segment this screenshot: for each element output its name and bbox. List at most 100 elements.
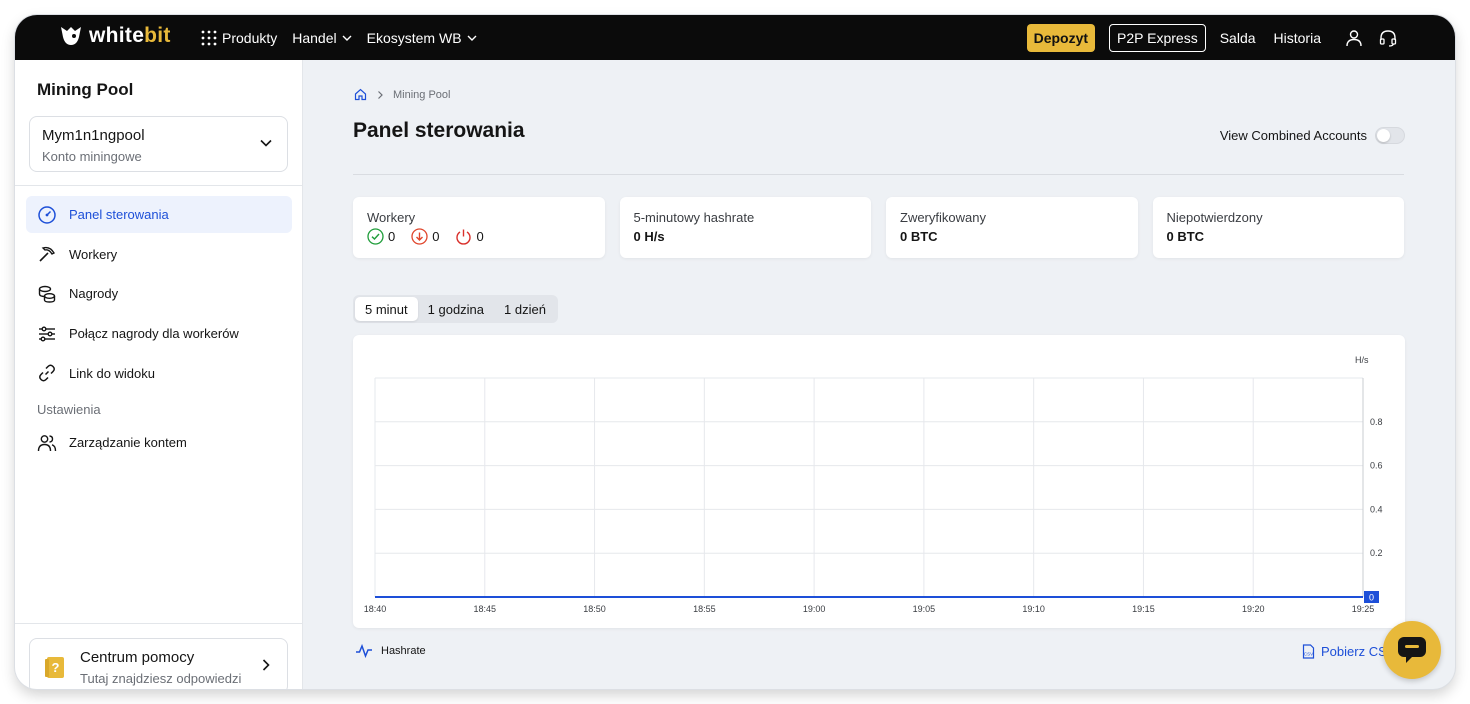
- sidebar-item-label: Workery: [69, 246, 118, 262]
- sidebar-item-workers[interactable]: Workery: [26, 236, 292, 273]
- nav-products[interactable]: Produkty: [201, 30, 277, 46]
- sidebar-item-label: Zarządzanie kontem: [69, 435, 187, 451]
- headset-icon[interactable]: [1379, 29, 1397, 47]
- title-divider: [353, 174, 1404, 175]
- sidebar-item-label: Panel sterowania: [69, 207, 169, 222]
- x-tick-label: 19:15: [1132, 604, 1155, 614]
- app-window: whitebit Produkty Handel Ekosystem WB De…: [15, 15, 1455, 689]
- sidebar-item-dashboard[interactable]: Panel sterowania: [26, 196, 292, 233]
- hashrate-card-label: 5-minutowy hashrate: [633, 210, 755, 225]
- power-icon: [456, 229, 472, 245]
- tab-5-minutes[interactable]: 5 minut: [355, 297, 418, 321]
- account-selector[interactable]: Mym1n1ngpool Konto miningowe: [29, 116, 288, 172]
- breadcrumb: Mining Pool: [354, 88, 450, 101]
- sidebar-menu: Panel sterowania Workery Nagrody Połącz …: [26, 196, 292, 464]
- unconfirmed-card-value: 0 BTC: [1166, 229, 1205, 244]
- hashrate-card-value: 0 H/s: [633, 229, 665, 244]
- x-tick-label: 19:05: [913, 604, 936, 614]
- chevron-right-icon: [262, 659, 270, 671]
- sidebar-item-label: Połącz nagrody dla workerów: [69, 326, 239, 342]
- chevron-down-icon: [260, 139, 272, 147]
- y-tick-label: 0.4: [1370, 504, 1383, 514]
- check-circle-icon: [367, 228, 384, 245]
- x-tick-label: 19:20: [1242, 604, 1265, 614]
- main-content: Mining Pool Panel sterowania View Combin…: [304, 60, 1455, 689]
- nav-ecosystem[interactable]: Ekosystem WB: [367, 30, 477, 46]
- svg-text:CSV: CSV: [1304, 652, 1313, 657]
- stats-cards: Workery 0 0 0 5-minutowy hashrate 0 H/s …: [353, 197, 1405, 258]
- workers-card-label: Workery: [367, 210, 416, 225]
- arrow-down-circle-icon: [411, 228, 428, 245]
- workers-card: Workery 0 0 0: [353, 197, 605, 258]
- hashrate-card: 5-minutowy hashrate 0 H/s: [619, 197, 871, 258]
- combined-accounts-control: View Combined Accounts: [1220, 127, 1405, 144]
- breadcrumb-current: Mining Pool: [393, 88, 451, 101]
- main-nav: Produkty Handel Ekosystem WB: [201, 15, 492, 60]
- combined-accounts-label: View Combined Accounts: [1219, 128, 1367, 143]
- sidebar-item-rewards[interactable]: Nagrody: [26, 275, 292, 312]
- sidebar-item-label: Link do widoku: [69, 365, 155, 381]
- current-value-label: 0: [1369, 593, 1374, 603]
- deposit-button[interactable]: Depozyt: [1026, 23, 1096, 52]
- verified-card-value: 0 BTC: [900, 229, 938, 244]
- pickaxe-icon: [39, 247, 55, 262]
- grid-dots-icon: [201, 30, 217, 45]
- whitebit-logo-icon: [61, 27, 81, 45]
- question-book-icon: ?: [45, 657, 64, 678]
- page-title: Panel sterowania: [353, 119, 525, 142]
- x-tick-label: 19:00: [803, 604, 826, 614]
- verified-card-label: Zweryfikowany: [900, 210, 986, 225]
- settings-section-label: Ustawienia: [37, 401, 101, 417]
- chart-legend[interactable]: Hashrate: [355, 644, 426, 658]
- interval-tabs: 5 minut 1 godzina 1 dzień: [353, 295, 558, 323]
- sidebar-item-merge-rewards[interactable]: Połącz nagrody dla workerów: [26, 315, 292, 352]
- help-center-card[interactable]: ? Centrum pomocy Tutaj znajdziesz odpowi…: [29, 638, 288, 689]
- unconfirmed-card: Niepotwierdzony 0 BTC: [1152, 197, 1404, 258]
- sidebar-title: Mining Pool: [37, 80, 134, 99]
- user-icon[interactable]: [1345, 29, 1363, 47]
- nav-trade[interactable]: Handel: [292, 29, 352, 46]
- chat-support-button[interactable]: [1383, 621, 1441, 679]
- svg-text:?: ?: [52, 660, 60, 675]
- sidebar-item-account-management[interactable]: Zarządzanie kontem: [26, 424, 292, 461]
- p2p-express-button[interactable]: P2P Express: [1109, 23, 1206, 52]
- balances-link[interactable]: Salda: [1220, 30, 1256, 46]
- unconfirmed-card-label: Niepotwierdzony: [1166, 210, 1263, 225]
- sidebar-divider: [15, 185, 303, 186]
- help-center-subtitle: Tutaj znajdziesz odpowiedzi: [80, 671, 242, 686]
- nav-trade-label: Handel: [292, 29, 337, 46]
- chevron-down-icon: [342, 35, 352, 41]
- combined-accounts-toggle[interactable]: [1375, 127, 1405, 144]
- hashrate-chart: 18:40 18:45 18:50 18:55 19:00 19:05 19:10 19:15…: [364, 355, 1383, 614]
- whitebit-logo[interactable]: whitebit: [59, 24, 171, 48]
- x-tick-label: 18:40: [364, 604, 387, 614]
- account-name: Mym1n1ngpool: [42, 127, 145, 144]
- chevron-right-icon: [378, 90, 383, 99]
- tab-1-day[interactable]: 1 dzień: [494, 297, 556, 321]
- hashrate-chart-card: 18:40 18:45 18:50 18:55 19:00 19:05 19:10 19:15…: [353, 335, 1405, 628]
- whitebit-logo-text: whitebit: [89, 24, 171, 47]
- history-link[interactable]: Historia: [1274, 30, 1321, 46]
- workers-offline-count: 0: [432, 229, 440, 244]
- workers-dead-count: 0: [476, 229, 484, 244]
- x-tick-label: 18:45: [474, 604, 497, 614]
- verified-card: Zweryfikowany 0 BTC: [886, 197, 1138, 258]
- top-bar: whitebit Produkty Handel Ekosystem WB De…: [15, 15, 1455, 60]
- pulse-icon: [356, 644, 372, 658]
- y-tick-label: 0.2: [1370, 548, 1383, 558]
- chat-bubble-icon: [1398, 637, 1426, 663]
- x-tick-label: 19:10: [1022, 604, 1045, 614]
- x-tick-label: 18:55: [693, 604, 716, 614]
- tab-1-hour[interactable]: 1 godzina: [418, 297, 494, 321]
- sidebar-item-view-link[interactable]: Link do widoku: [26, 355, 292, 392]
- sidebar: Mining Pool Mym1n1ngpool Konto miningowe…: [15, 60, 303, 689]
- home-icon[interactable]: [354, 88, 367, 101]
- download-csv-link[interactable]: CSV Pobierz CSV: [1302, 644, 1395, 659]
- nav-products-label: Produkty: [222, 29, 278, 46]
- x-tick-label: 18:50: [583, 604, 606, 614]
- y-tick-label: 0.6: [1370, 461, 1383, 471]
- account-type: Konto miningowe: [42, 149, 142, 164]
- x-tick-label: 19:25: [1352, 604, 1375, 614]
- legend-label: Hashrate: [381, 645, 426, 657]
- y-tick-label: 0.8: [1370, 417, 1383, 427]
